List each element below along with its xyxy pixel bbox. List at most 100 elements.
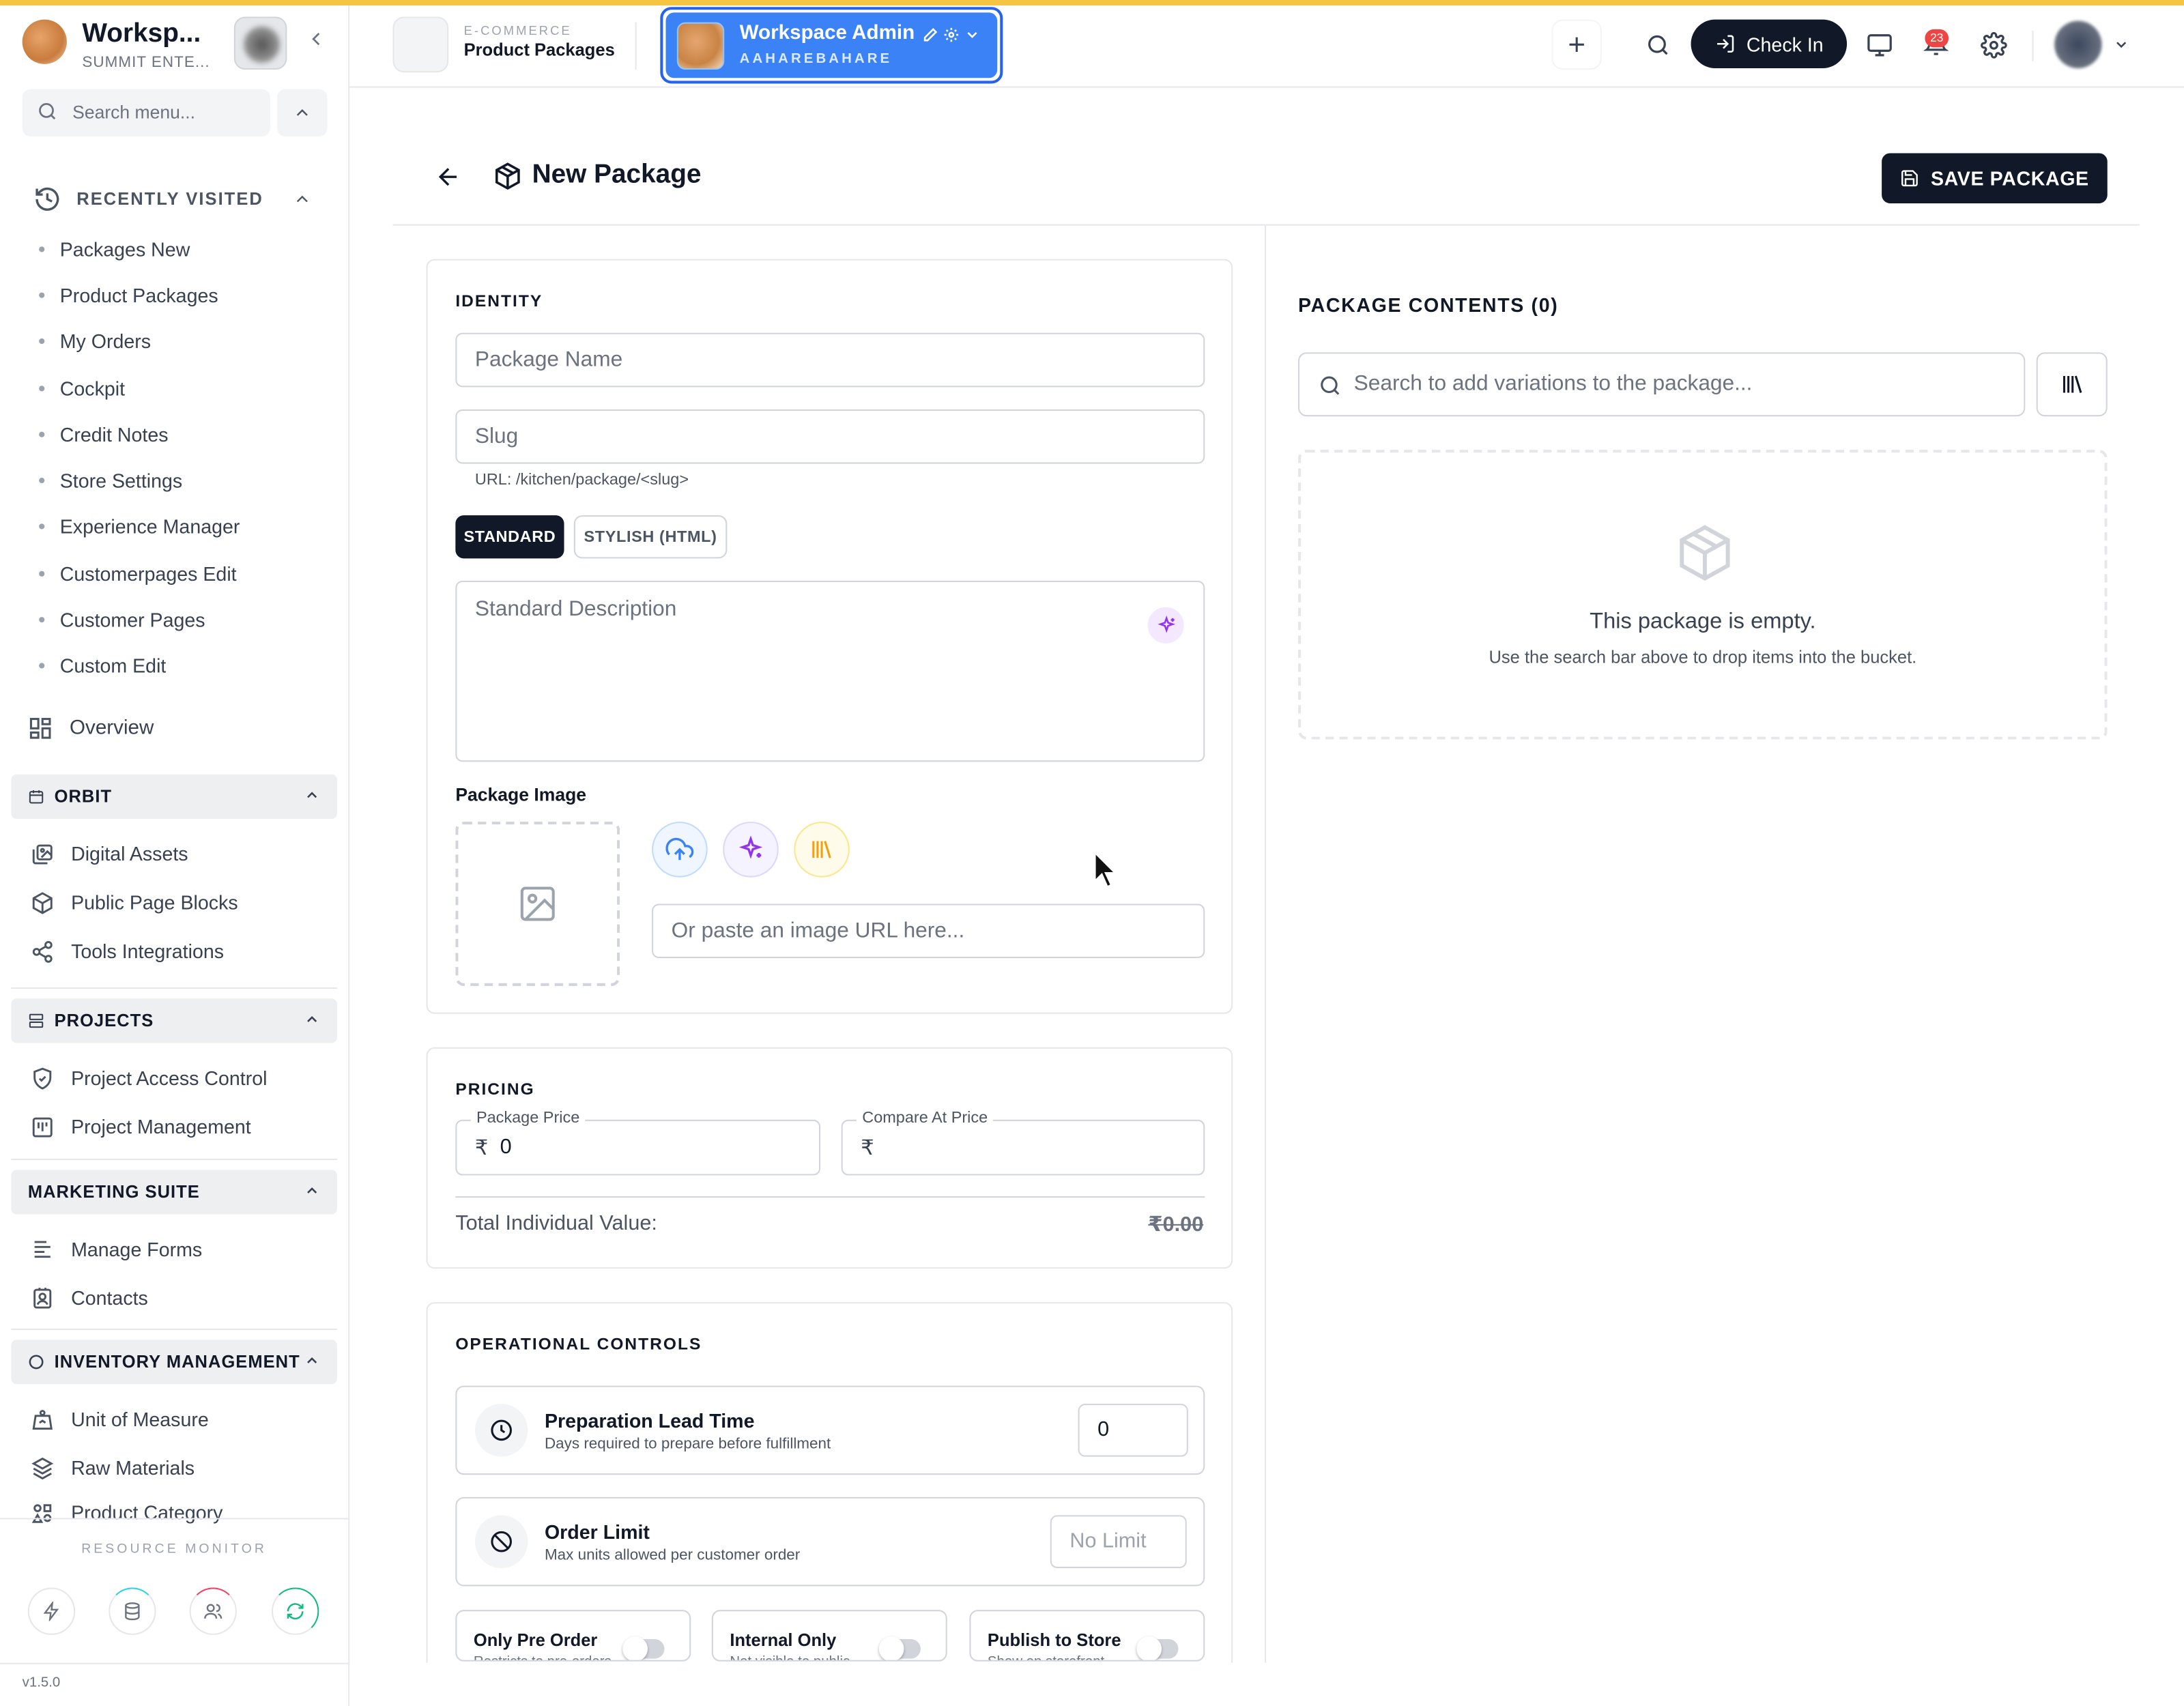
sidebar-item-project-access-control[interactable]: Project Access Control xyxy=(31,1062,268,1093)
box-icon xyxy=(1680,525,1730,581)
server-icon xyxy=(29,1013,44,1028)
add-button[interactable] xyxy=(1551,19,1602,70)
global-search-button[interactable] xyxy=(1633,20,1682,70)
image-drop-zone[interactable] xyxy=(455,822,620,986)
lead-time-subtitle: Days required to prepare before fulfillm… xyxy=(544,1436,831,1453)
description-textarea[interactable]: Standard Description xyxy=(455,581,1205,762)
slug-input[interactable]: Slug xyxy=(455,409,1205,464)
section-orbit[interactable]: ORBIT xyxy=(11,774,337,819)
workspace-avatar xyxy=(676,22,725,70)
package-name-input[interactable]: Package Name xyxy=(455,332,1205,388)
collapse-all-button[interactable] xyxy=(277,89,328,136)
toggle-subtitle: Show on storefront xyxy=(988,1654,1104,1660)
user-avatar[interactable] xyxy=(2054,20,2102,68)
sidebar-item-tools-integrations[interactable]: Tools Integrations xyxy=(31,936,224,966)
settings-button[interactable] xyxy=(1968,20,2018,70)
recently-visited-label: RECENTLY VISITED xyxy=(76,189,263,209)
ai-generate-button[interactable] xyxy=(1147,607,1184,644)
browse-library-button[interactable] xyxy=(2036,352,2108,417)
section-inventory-management[interactable]: INVENTORY MANAGEMENT xyxy=(11,1340,337,1385)
pre-order-toggle[interactable] xyxy=(622,1636,665,1660)
recent-item[interactable]: Custom Edit xyxy=(39,643,240,689)
operational-title: OPERATIONAL CONTROLS xyxy=(455,1334,702,1354)
back-button[interactable] xyxy=(435,163,463,198)
section-projects[interactable]: PROJECTS xyxy=(11,998,337,1043)
recent-item[interactable]: Store Settings xyxy=(39,457,240,504)
section-marketing-suite[interactable]: MARKETING SUITE xyxy=(11,1170,337,1215)
gear-icon xyxy=(1980,31,2007,58)
recent-item[interactable]: Customerpages Edit xyxy=(39,550,240,596)
recent-item[interactable]: Packages New xyxy=(39,226,240,272)
sidebar-item-label: Digital Assets xyxy=(71,842,188,865)
sidebar-item-label: Project Access Control xyxy=(71,1067,268,1089)
ai-image-button[interactable] xyxy=(723,822,779,878)
collapse-sidebar-button[interactable] xyxy=(301,28,332,59)
order-limit-input[interactable]: No Limit xyxy=(1050,1515,1187,1568)
workspace-logo xyxy=(22,19,67,64)
sidebar-item-public-page-blocks[interactable]: Public Page Blocks xyxy=(31,887,238,918)
lead-time-input[interactable]: 0 xyxy=(1078,1404,1188,1457)
sidebar-item-raw-materials[interactable]: Raw Materials xyxy=(31,1453,195,1484)
edit-icon[interactable] xyxy=(922,27,938,43)
tab-stylish-html[interactable]: STYLISH (HTML) xyxy=(573,515,728,559)
recent-item[interactable]: Product Packages xyxy=(39,272,240,319)
kanban-icon xyxy=(32,1116,53,1137)
monitor-icon xyxy=(1867,33,1891,56)
workspace-header[interactable]: Worksp... SUMMIT ENTE... xyxy=(22,16,332,72)
sidebar-item-unit-of-measure[interactable]: Unit of Measure xyxy=(31,1404,209,1434)
database-icon xyxy=(125,1602,140,1621)
sync-monitor[interactable] xyxy=(271,1587,319,1635)
sidebar-item-contacts[interactable]: Contacts xyxy=(31,1283,148,1314)
divider xyxy=(455,1196,1205,1198)
plus-icon xyxy=(1569,37,1584,53)
chevron-left-icon xyxy=(312,33,320,46)
recently-visited-header[interactable]: RECENTLY VISITED xyxy=(33,184,326,214)
lead-time-row: Preparation Lead Time Days required to p… xyxy=(455,1385,1205,1475)
chevron-down-icon[interactable] xyxy=(2113,36,2129,53)
gear-icon[interactable] xyxy=(943,27,960,43)
save-package-button[interactable]: SAVE PACKAGE xyxy=(1882,153,2108,203)
recent-item[interactable]: Cockpit xyxy=(39,364,240,411)
divider xyxy=(11,987,337,989)
cpu-monitor[interactable] xyxy=(27,1587,76,1635)
workspace-switcher[interactable]: Workspace Admin AAHAREBAHARE xyxy=(660,7,1003,84)
sidebar-item-manage-forms[interactable]: Manage Forms xyxy=(31,1234,202,1264)
recent-item[interactable]: Experience Manager xyxy=(39,504,240,550)
sidebar-item-digital-assets[interactable]: Digital Assets xyxy=(31,839,188,869)
recent-item[interactable]: Customer Pages xyxy=(39,596,240,643)
internal-only-toggle[interactable] xyxy=(878,1636,921,1660)
shapes-icon xyxy=(31,1504,52,1523)
workspace-avatar[interactable] xyxy=(233,16,287,70)
divider xyxy=(11,1158,337,1160)
sidebar-item-overview[interactable]: Overview xyxy=(28,713,154,744)
workspace-switcher-body: Workspace Admin AAHAREBAHARE xyxy=(665,12,998,78)
sidebar-item-product-category[interactable]: Product Category xyxy=(31,1501,222,1524)
variation-search-input[interactable]: Search to add variations to the package.… xyxy=(1298,352,2026,417)
upload-image-button[interactable] xyxy=(652,822,708,878)
package-price-input[interactable]: Package Price ₹ 0 xyxy=(455,1110,821,1176)
module-icon[interactable] xyxy=(392,16,449,73)
display-button[interactable] xyxy=(1854,20,1903,70)
grid-icon xyxy=(29,718,51,739)
compare-price-input[interactable]: Compare At Price ₹ xyxy=(841,1110,1205,1176)
recent-item[interactable]: My Orders xyxy=(39,319,240,365)
publish-toggle[interactable] xyxy=(1136,1636,1179,1660)
sidebar-item-project-management[interactable]: Project Management xyxy=(31,1112,251,1142)
toggle-title: Publish to Store xyxy=(987,1630,1121,1651)
users-monitor[interactable] xyxy=(189,1587,237,1635)
database-monitor[interactable] xyxy=(109,1587,156,1635)
check-in-button[interactable]: Check In xyxy=(1691,19,1848,68)
recent-item[interactable]: Credit Notes xyxy=(39,411,240,457)
image-url-input[interactable]: Or paste an image URL here... xyxy=(652,903,1205,959)
menu-search-input[interactable]: Search menu... xyxy=(22,89,270,136)
library-image-button[interactable] xyxy=(794,822,850,878)
order-limit-title: Order Limit xyxy=(544,1520,650,1544)
chevron-up-icon xyxy=(307,1016,317,1022)
tab-standard[interactable]: STANDARD xyxy=(455,515,564,559)
chevron-up-icon xyxy=(307,792,317,798)
app-version: v1.5.0 xyxy=(22,1675,61,1691)
workspace-actions xyxy=(922,27,981,48)
chevron-down-icon[interactable] xyxy=(964,27,980,43)
library-icon xyxy=(2062,375,2082,393)
workspace-title: Workspace Admin xyxy=(739,22,915,45)
